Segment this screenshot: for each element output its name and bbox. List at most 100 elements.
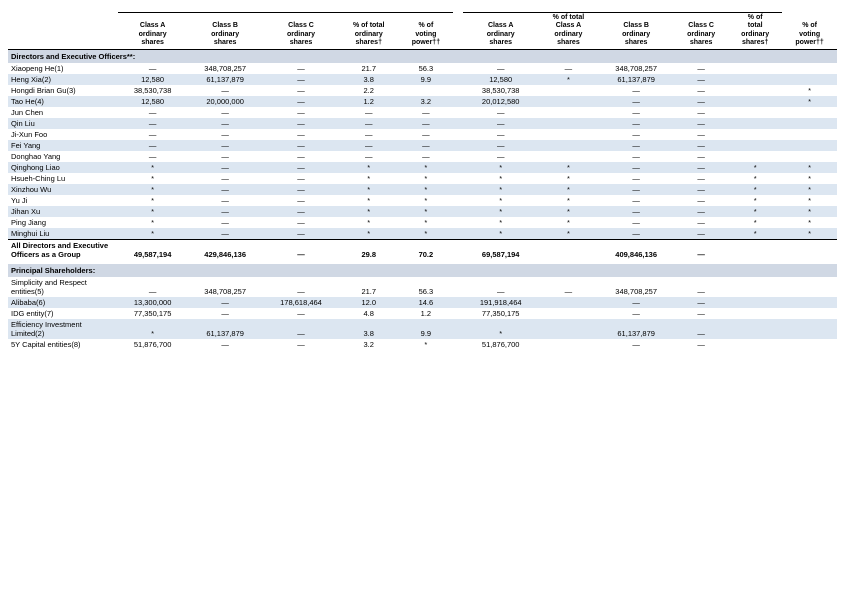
row-cell-9 (728, 308, 782, 319)
row-cell-2: — (263, 85, 339, 96)
row-cell-5: 51,876,700 (463, 339, 539, 350)
row-cell-5: — (463, 107, 539, 118)
row-cell-5: * (463, 195, 539, 206)
row-cell-9 (728, 140, 782, 151)
row-cell-10: * (782, 85, 837, 96)
row-cell-0: 77,350,175 (118, 308, 187, 319)
row-name: Xiaopeng He(1) (8, 63, 118, 74)
row-cell-3: — (339, 107, 399, 118)
spacer-cell (453, 195, 463, 206)
row-cell-7: — (598, 308, 674, 319)
row-cell-10 (782, 74, 837, 85)
row-cell-7: 348,708,257 (598, 277, 674, 297)
row-cell-8: — (674, 151, 728, 162)
row-cell-2: — (263, 63, 339, 74)
row-cell-2: — (263, 339, 339, 350)
table-row: Qinghong Liao*——****——** (8, 162, 837, 173)
row-cell-2: — (263, 107, 339, 118)
row-cell-3: * (339, 173, 399, 184)
row-cell-0: — (118, 118, 187, 129)
row-cell-10 (782, 151, 837, 162)
row-cell-0: 51,876,700 (118, 339, 187, 350)
row-cell-4: 56.3 (399, 63, 454, 74)
row-cell-7: — (598, 173, 674, 184)
row-cell-1: 348,708,257 (187, 277, 263, 297)
row-cell-10: * (782, 217, 837, 228)
col-pct-class-a-after: % of totalClass Aordinaryshares (539, 13, 599, 50)
row-cell-3: * (339, 184, 399, 195)
spacer-cell (453, 228, 463, 240)
row-cell-10 (782, 140, 837, 151)
row-cell-10 (782, 339, 837, 350)
row-cell-3: 3.8 (339, 319, 399, 339)
row-cell-10: * (782, 228, 837, 240)
row-cell-5: 12,580 (463, 74, 539, 85)
row-cell-10 (782, 118, 837, 129)
col-pct-total-after: % oftotalordinaryshares† (728, 13, 782, 50)
row-cell-0: * (118, 228, 187, 240)
row-name: Jun Chen (8, 107, 118, 118)
row-cell-3: 3.2 (339, 339, 399, 350)
spacer-cell (453, 184, 463, 195)
row-cell-10 (782, 63, 837, 74)
row-cell-3: * (339, 195, 399, 206)
row-cell-6: * (539, 74, 599, 85)
row-cell-1: — (187, 129, 263, 140)
row-cell-0: — (118, 129, 187, 140)
row-name: Ji-Xun Foo (8, 129, 118, 140)
row-cell-6 (539, 118, 599, 129)
row-cell-2: — (263, 277, 339, 297)
table-row: Heng Xia(2)12,58061,137,879—3.89.912,580… (8, 74, 837, 85)
row-cell-0: — (118, 63, 187, 74)
row-cell-4 (399, 85, 454, 96)
table-row: Qin Liu———————— (8, 118, 837, 129)
group-total-cell-3: 29.8 (339, 239, 399, 260)
row-cell-5: * (463, 162, 539, 173)
row-cell-9 (728, 129, 782, 140)
row-cell-5: 38,530,738 (463, 85, 539, 96)
table-row: Yu Ji*——****——** (8, 195, 837, 206)
row-cell-5: * (463, 228, 539, 240)
row-cell-2: — (263, 217, 339, 228)
row-cell-3: * (339, 206, 399, 217)
main-table: Class Aordinaryshares Class Bordinarysha… (8, 10, 837, 350)
col-pct-voting-before: % ofvotingpower†† (399, 13, 454, 50)
row-cell-0: 12,580 (118, 96, 187, 107)
spacer-cell (453, 239, 463, 260)
row-cell-2: — (263, 118, 339, 129)
row-cell-6 (539, 107, 599, 118)
row-cell-3: 3.8 (339, 74, 399, 85)
row-cell-9: * (728, 184, 782, 195)
row-cell-1: 348,708,257 (187, 63, 263, 74)
row-cell-3: 21.7 (339, 277, 399, 297)
group-total-cell-7: 409,846,136 (598, 239, 674, 260)
row-cell-5: * (463, 184, 539, 195)
group-total-cell-0: 49,587,194 (118, 239, 187, 260)
row-cell-5: * (463, 173, 539, 184)
row-cell-2: — (263, 74, 339, 85)
col-class-b-after: Class Bordinaryshares (598, 13, 674, 50)
row-cell-1: — (187, 206, 263, 217)
table-row: Simplicity and Respect entities(5)—348,7… (8, 277, 837, 297)
row-cell-0: — (118, 107, 187, 118)
row-cell-6 (539, 151, 599, 162)
row-cell-10: * (782, 96, 837, 107)
row-cell-6: * (539, 162, 599, 173)
row-cell-2: — (263, 308, 339, 319)
row-cell-6 (539, 297, 599, 308)
row-cell-1: — (187, 297, 263, 308)
group-total-label: All Directors and Executive Officers as … (8, 239, 118, 260)
row-cell-4: 9.9 (399, 74, 454, 85)
group-total-row: All Directors and Executive Officers as … (8, 239, 837, 260)
spacer-cell (453, 162, 463, 173)
table-row: Xinzhou Wu*——****——** (8, 184, 837, 195)
row-cell-3: * (339, 217, 399, 228)
row-cell-1: — (187, 173, 263, 184)
row-cell-5: * (463, 217, 539, 228)
row-cell-7: — (598, 118, 674, 129)
col-class-a-before: Class Aordinaryshares (118, 13, 187, 50)
row-cell-1: — (187, 151, 263, 162)
row-name: Yu Ji (8, 195, 118, 206)
row-cell-7: — (598, 85, 674, 96)
row-name: Alibaba(6) (8, 297, 118, 308)
